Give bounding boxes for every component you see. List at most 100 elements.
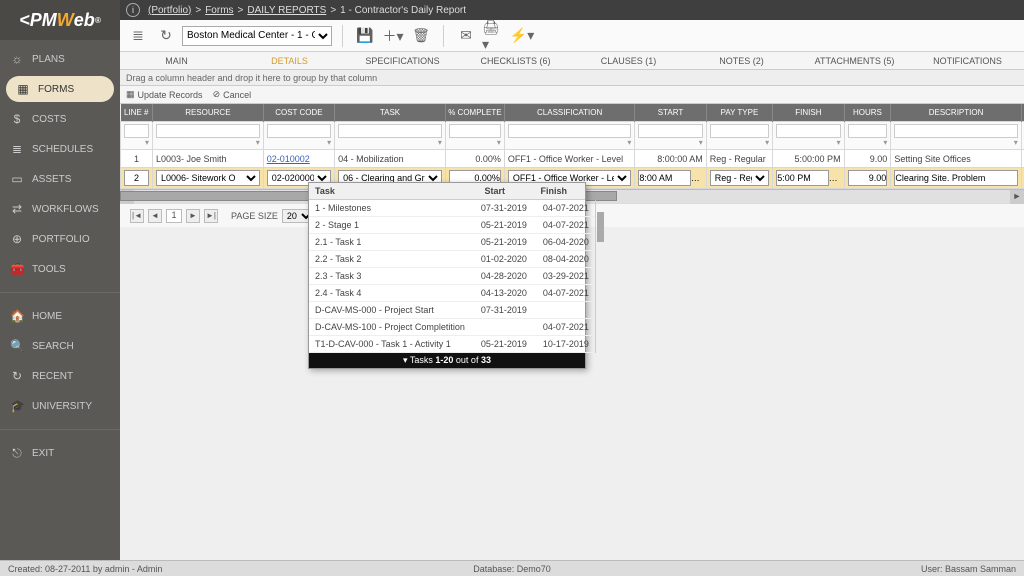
filter-input[interactable] — [267, 124, 331, 138]
funnel-icon[interactable]: ▾ — [327, 138, 331, 147]
sidebar-item-costs[interactable]: $COSTS — [0, 104, 120, 134]
task-option[interactable]: 2.3 - Task 304-28-202003-29-2021 — [309, 268, 595, 285]
funnel-icon[interactable]: ▾ — [438, 138, 442, 147]
col-pay-type[interactable]: PAY TYPE — [706, 104, 772, 122]
task-option[interactable]: T1-D-CAV-000 - Task 1 - Activity 105-21-… — [309, 336, 595, 353]
sidebar-item-schedules[interactable]: ≣SCHEDULES — [0, 134, 120, 164]
funnel-icon[interactable]: ▾ — [765, 138, 769, 147]
cancel-button[interactable]: ⊘ Cancel — [213, 89, 252, 100]
funnel-icon[interactable]: ▾ — [837, 138, 841, 147]
breadcrumb-forms[interactable]: Forms — [205, 5, 233, 16]
action-icon[interactable]: ⚡▾ — [510, 24, 534, 48]
funnel-icon[interactable]: ▾ — [699, 138, 703, 147]
costcode-link[interactable]: 02-010002 — [267, 154, 310, 164]
scroll-right-icon[interactable]: ► — [1010, 190, 1024, 204]
cell-finish-input[interactable] — [776, 170, 828, 186]
history-icon[interactable]: ↻ — [154, 24, 178, 48]
task-option[interactable]: 2.1 - Task 105-21-201906-04-2020 — [309, 234, 595, 251]
tab-details[interactable]: DETAILS — [233, 52, 346, 69]
record-selector[interactable]: Boston Medical Center - 1 - Contract — [182, 26, 332, 46]
sidebar-item-exit[interactable]: ⎋EXIT — [0, 438, 120, 469]
group-bar[interactable]: Drag a column header and drop it here to… — [120, 70, 1024, 86]
logo[interactable]: <PMWeb® — [0, 0, 120, 40]
filter-input[interactable] — [638, 124, 702, 138]
sidebar-item-forms[interactable]: ▦FORMS — [6, 76, 114, 102]
tab-specifications[interactable]: SPECIFICATIONS — [346, 52, 459, 69]
nav-icon: ⎋ — [10, 446, 24, 461]
cell-line-input[interactable] — [124, 170, 149, 186]
page-last-icon[interactable]: ►| — [204, 209, 218, 223]
sidebar-item-home[interactable]: 🏠HOME — [0, 301, 120, 331]
filter-input[interactable] — [776, 124, 840, 138]
info-icon[interactable]: i — [126, 3, 140, 17]
add-icon[interactable]: ＋▾ — [381, 24, 405, 48]
col--complete[interactable]: % COMPLETE — [445, 104, 504, 122]
task-option[interactable]: D-CAV-MS-000 - Project Start07-31-2019 — [309, 302, 595, 319]
breadcrumb-portfolio[interactable]: (Portfolio) — [148, 5, 191, 16]
sidebar-item-recent[interactable]: ↻RECENT — [0, 361, 120, 391]
task-option[interactable]: 2.4 - Task 404-13-202004-07-2021 — [309, 285, 595, 302]
filter-input[interactable] — [156, 124, 260, 138]
sidebar-item-portfolio[interactable]: ⊕PORTFOLIO — [0, 224, 120, 254]
tab-checklists-[interactable]: CHECKLISTS (6) — [459, 52, 572, 69]
filter-input[interactable] — [338, 124, 442, 138]
page-current[interactable]: 1 — [166, 209, 182, 223]
page-first-icon[interactable]: |◄ — [130, 209, 144, 223]
cell-resource-select[interactable]: L0006- Sitework O — [156, 170, 260, 186]
table-row[interactable]: 1L0003- Joe Smith02-01000204 - Mobilizat… — [121, 150, 1024, 168]
task-option[interactable]: D-CAV-MS-100 - Project Completition04-07… — [309, 319, 595, 336]
print-icon[interactable]: 🖨▾ — [482, 24, 506, 48]
tab-main[interactable]: MAIN — [120, 52, 233, 69]
sidebar-item-plans[interactable]: ☼PLANS — [0, 44, 120, 74]
tab-notes-[interactable]: NOTES (2) — [685, 52, 798, 69]
task-dropdown-footer: ▾ Tasks 1-20 out of 33 — [309, 353, 585, 368]
task-option[interactable]: 2 - Stage 105-21-201904-07-2021 — [309, 217, 595, 234]
filter-input[interactable] — [449, 124, 501, 138]
sidebar-item-assets[interactable]: ▭ASSETS — [0, 164, 120, 194]
task-dropdown[interactable]: Task Start Finish 1 - Milestones07-31-20… — [308, 182, 586, 369]
col-task[interactable]: TASK — [335, 104, 446, 122]
col-finish[interactable]: FINISH — [773, 104, 844, 122]
filter-input[interactable] — [124, 124, 149, 138]
col-hours[interactable]: HOURS — [844, 104, 891, 122]
mail-icon[interactable]: ✉ — [454, 24, 478, 48]
dropdown-scrollbar[interactable] — [595, 200, 596, 353]
sidebar-item-workflows[interactable]: ⇄WORKFLOWS — [0, 194, 120, 224]
task-option[interactable]: 1 - Milestones07-31-201904-07-2021 — [309, 200, 595, 217]
funnel-icon[interactable]: ▾ — [497, 138, 501, 147]
breadcrumb-daily[interactable]: DAILY REPORTS — [247, 5, 326, 16]
col-line-[interactable]: LINE # — [121, 104, 153, 122]
funnel-icon[interactable]: ▾ — [627, 138, 631, 147]
cell-start-input[interactable] — [638, 170, 690, 186]
update-records-button[interactable]: ▦ Update Records — [126, 89, 203, 100]
page-next-icon[interactable]: ► — [186, 209, 200, 223]
filter-input[interactable] — [894, 124, 1017, 138]
funnel-icon[interactable]: ▾ — [145, 138, 149, 147]
tab-notifications[interactable]: NOTIFICATIONS — [911, 52, 1024, 69]
delete-icon[interactable]: 🗑 — [409, 24, 433, 48]
tab-clauses-[interactable]: CLAUSES (1) — [572, 52, 685, 69]
col-resource[interactable]: RESOURCE — [152, 104, 263, 122]
funnel-icon[interactable]: ▾ — [883, 138, 887, 147]
sidebar-item-search[interactable]: 🔍SEARCH — [0, 331, 120, 361]
funnel-icon[interactable]: ▾ — [1014, 138, 1018, 147]
page-prev-icon[interactable]: ◄ — [148, 209, 162, 223]
col-description[interactable]: DESCRIPTION — [891, 104, 1021, 122]
funnel-icon[interactable]: ▾ — [256, 138, 260, 147]
cell-hours-input[interactable] — [848, 170, 888, 186]
filter-input[interactable] — [508, 124, 631, 138]
cell-pay-select[interactable]: Reg - Regul — [710, 170, 769, 186]
col-classification[interactable]: CLASSIFICATION — [504, 104, 634, 122]
cell-desc-input[interactable] — [894, 170, 1017, 186]
sidebar-item-university[interactable]: 🎓UNIVERSITY — [0, 391, 120, 421]
nav-icon: 🏠 — [10, 309, 24, 323]
col-cost-code[interactable]: COST CODE — [263, 104, 334, 122]
task-option[interactable]: 2.2 - Task 201-02-202008-04-2020 — [309, 251, 595, 268]
save-icon[interactable]: 💾 — [353, 24, 377, 48]
list-icon[interactable]: ≣ — [126, 24, 150, 48]
sidebar-item-tools[interactable]: 🧰TOOLS — [0, 254, 120, 284]
filter-input[interactable] — [848, 124, 888, 138]
tab-attachments-[interactable]: ATTACHMENTS (5) — [798, 52, 911, 69]
filter-input[interactable] — [710, 124, 769, 138]
col-start[interactable]: START — [635, 104, 706, 122]
